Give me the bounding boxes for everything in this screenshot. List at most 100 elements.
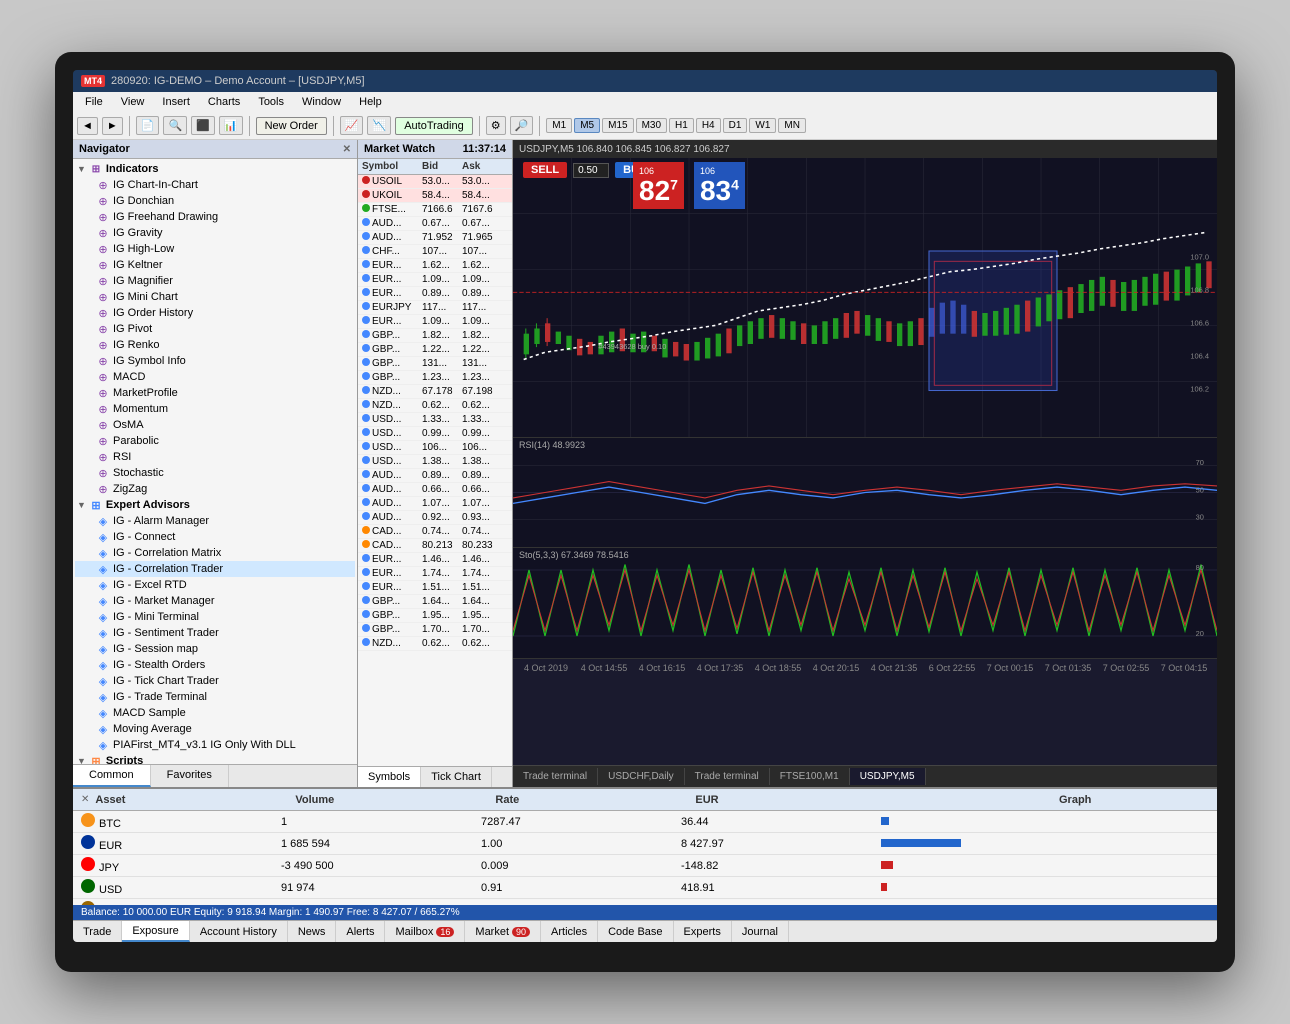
- bottom-tab-market[interactable]: Market90: [465, 921, 541, 942]
- chart-tab-usdchf[interactable]: USDCHF,Daily: [598, 768, 685, 785]
- tree-scripts-section[interactable]: ▼ ⊞ Scripts: [75, 753, 355, 764]
- bottom-tab-articles[interactable]: Articles: [541, 921, 598, 942]
- mw-row-ftse[interactable]: FTSE... 7166.6 7167.6: [358, 203, 512, 217]
- mw-row-cad1[interactable]: CAD... 0.74... 0.74...: [358, 525, 512, 539]
- mw-row-aud1[interactable]: AUD... 0.67... 0.67...: [358, 217, 512, 231]
- toolbar-indicator-btn[interactable]: 📉: [367, 116, 391, 135]
- tree-osma[interactable]: ⊕ OsMA: [75, 417, 355, 433]
- mw-tab-symbols[interactable]: Symbols: [358, 767, 421, 787]
- mw-row-aud5[interactable]: AUD... 1.07... 1.07...: [358, 497, 512, 511]
- mw-row-cad2[interactable]: CAD... 80.213 80.233: [358, 539, 512, 553]
- tree-ea-session[interactable]: ◈ IG - Session map: [75, 641, 355, 657]
- tree-ig-pivot[interactable]: ⊕ IG Pivot: [75, 321, 355, 337]
- tree-ea-minitermnl[interactable]: ◈ IG - Mini Terminal: [75, 609, 355, 625]
- mw-row-gbp2[interactable]: GBP... 1.22... 1.22...: [358, 343, 512, 357]
- tree-ea-tickchart[interactable]: ◈ IG - Tick Chart Trader: [75, 673, 355, 689]
- mw-row-gbp3[interactable]: GBP... 131... 131...: [358, 357, 512, 371]
- mw-row-nzd3[interactable]: NZD... 0.62... 0.62...: [358, 637, 512, 651]
- toolbar-btn-2[interactable]: 🔍: [163, 116, 187, 135]
- tf-d1[interactable]: D1: [723, 118, 748, 133]
- mw-row-usd1[interactable]: USD... 1.33... 1.33...: [358, 413, 512, 427]
- menu-file[interactable]: File: [77, 94, 111, 110]
- chart-tab-usdjpy[interactable]: USDJPY,M5: [850, 768, 926, 785]
- tree-parabolic[interactable]: ⊕ Parabolic: [75, 433, 355, 449]
- tree-ig-chart[interactable]: ⊕ IG Chart-In-Chart: [75, 177, 355, 193]
- bottom-tab-trade[interactable]: Trade: [73, 921, 122, 942]
- tf-m30[interactable]: M30: [636, 118, 667, 133]
- mw-row-ukoil[interactable]: UKOIL 58.4... 58.4...: [358, 189, 512, 203]
- mw-row-eur3[interactable]: EUR... 0.89... 0.89...: [358, 287, 512, 301]
- toolbar-chart-btn[interactable]: 📈: [340, 116, 364, 135]
- mw-tab-tickchart[interactable]: Tick Chart: [421, 767, 492, 787]
- navigator-close[interactable]: ✕: [343, 144, 351, 155]
- mw-row-aud2[interactable]: AUD... 71.952 71.965: [358, 231, 512, 245]
- tree-ig-highlow[interactable]: ⊕ IG High-Low: [75, 241, 355, 257]
- tree-ea-alarm[interactable]: ◈ IG - Alarm Manager: [75, 513, 355, 529]
- bottom-tab-news[interactable]: News: [288, 921, 337, 942]
- mw-row-chf[interactable]: CHF... 107... 107...: [358, 245, 512, 259]
- tree-ig-orderhistory[interactable]: ⊕ IG Order History: [75, 305, 355, 321]
- mw-row-gbp6[interactable]: GBP... 1.95... 1.95...: [358, 609, 512, 623]
- bottom-tab-mailbox[interactable]: Mailbox16: [385, 921, 465, 942]
- mw-row-gbp1[interactable]: GBP... 1.82... 1.82...: [358, 329, 512, 343]
- tree-macd[interactable]: ⊕ MACD: [75, 369, 355, 385]
- mw-row-eur4[interactable]: EUR... 1.09... 1.09...: [358, 315, 512, 329]
- tree-marketprofile[interactable]: ⊕ MarketProfile: [75, 385, 355, 401]
- tf-m15[interactable]: M15: [602, 118, 633, 133]
- exposure-row-usd[interactable]: USD 91 974 0.91 418.91: [73, 877, 1217, 899]
- mw-row-eurjpy[interactable]: EURJPY 117... 117...: [358, 301, 512, 315]
- tree-ea-correlation-matrix[interactable]: ◈ IG - Correlation Matrix: [75, 545, 355, 561]
- bottom-close-btn[interactable]: ✕: [81, 794, 89, 805]
- bottom-tab-experts[interactable]: Experts: [674, 921, 732, 942]
- tree-ea-connect[interactable]: ◈ IG - Connect: [75, 529, 355, 545]
- sell-button[interactable]: SELL: [523, 162, 567, 178]
- mw-row-usd4[interactable]: USD... 1.38... 1.38...: [358, 455, 512, 469]
- chart-tab-ftse[interactable]: FTSE100,M1: [770, 768, 850, 785]
- tf-w1[interactable]: W1: [749, 118, 776, 133]
- menu-charts[interactable]: Charts: [200, 94, 248, 110]
- tf-h1[interactable]: H1: [669, 118, 694, 133]
- tree-ig-magnifier[interactable]: ⊕ IG Magnifier: [75, 273, 355, 289]
- tree-ea-section[interactable]: ▼ ⊞ Expert Advisors: [75, 497, 355, 513]
- mw-row-gbp7[interactable]: GBP... 1.70... 1.70...: [358, 623, 512, 637]
- mw-row-gbp5[interactable]: GBP... 1.64... 1.64...: [358, 595, 512, 609]
- tree-ig-gravity[interactable]: ⊕ IG Gravity: [75, 225, 355, 241]
- tree-ig-keltner[interactable]: ⊕ IG Keltner: [75, 257, 355, 273]
- nav-tab-favorites[interactable]: Favorites: [151, 765, 229, 787]
- tree-ig-minichart[interactable]: ⊕ IG Mini Chart: [75, 289, 355, 305]
- new-order-button[interactable]: New Order: [256, 117, 327, 135]
- tf-mn[interactable]: MN: [778, 118, 806, 133]
- mw-row-aud6[interactable]: AUD... 0.92... 0.93...: [358, 511, 512, 525]
- tree-ig-renko[interactable]: ⊕ IG Renko: [75, 337, 355, 353]
- bottom-tab-accounthistory[interactable]: Account History: [190, 921, 288, 942]
- tree-momentum[interactable]: ⊕ Momentum: [75, 401, 355, 417]
- tree-rsi[interactable]: ⊕ RSI: [75, 449, 355, 465]
- mw-row-eur5[interactable]: EUR... 1.46... 1.46...: [358, 553, 512, 567]
- tf-m1[interactable]: M1: [546, 118, 572, 133]
- toolbar-btn-4[interactable]: 📊: [219, 116, 243, 135]
- menu-help[interactable]: Help: [351, 94, 390, 110]
- tree-ig-donchian[interactable]: ⊕ IG Donchian: [75, 193, 355, 209]
- mw-row-eur6[interactable]: EUR... 1.74... 1.74...: [358, 567, 512, 581]
- toolbar-forward[interactable]: ►: [102, 117, 123, 135]
- toolbar-btn-1[interactable]: 📄: [136, 116, 160, 135]
- tree-ea-pia[interactable]: ◈ PIAFirst_MT4_v3.1 IG Only With DLL: [75, 737, 355, 753]
- tree-ea-correlation-trader[interactable]: ◈ IG - Correlation Trader: [75, 561, 355, 577]
- mw-row-aud3[interactable]: AUD... 0.89... 0.89...: [358, 469, 512, 483]
- tree-zigzag[interactable]: ⊕ ZigZag: [75, 481, 355, 497]
- tree-ea-stealth[interactable]: ◈ IG - Stealth Orders: [75, 657, 355, 673]
- bottom-tab-alerts[interactable]: Alerts: [336, 921, 385, 942]
- tree-ea-tradeterminal[interactable]: ◈ IG - Trade Terminal: [75, 689, 355, 705]
- tree-indicators-section[interactable]: ▼ ⊞ Indicators: [75, 161, 355, 177]
- mw-row-eur7[interactable]: EUR... 1.51... 1.51...: [358, 581, 512, 595]
- tree-ea-movavg[interactable]: ◈ Moving Average: [75, 721, 355, 737]
- menu-tools[interactable]: Tools: [250, 94, 292, 110]
- menu-insert[interactable]: Insert: [154, 94, 198, 110]
- menu-view[interactable]: View: [113, 94, 153, 110]
- mw-row-usd2[interactable]: USD... 0.99... 0.99...: [358, 427, 512, 441]
- tree-ig-freehand[interactable]: ⊕ IG Freehand Drawing: [75, 209, 355, 225]
- bottom-tab-journal[interactable]: Journal: [732, 921, 789, 942]
- exposure-row-eur[interactable]: EUR 1 685 594 1.00 8 427.97: [73, 833, 1217, 855]
- tf-h4[interactable]: H4: [696, 118, 721, 133]
- mw-row-usoil[interactable]: USOIL 53.0... 53.0...: [358, 175, 512, 189]
